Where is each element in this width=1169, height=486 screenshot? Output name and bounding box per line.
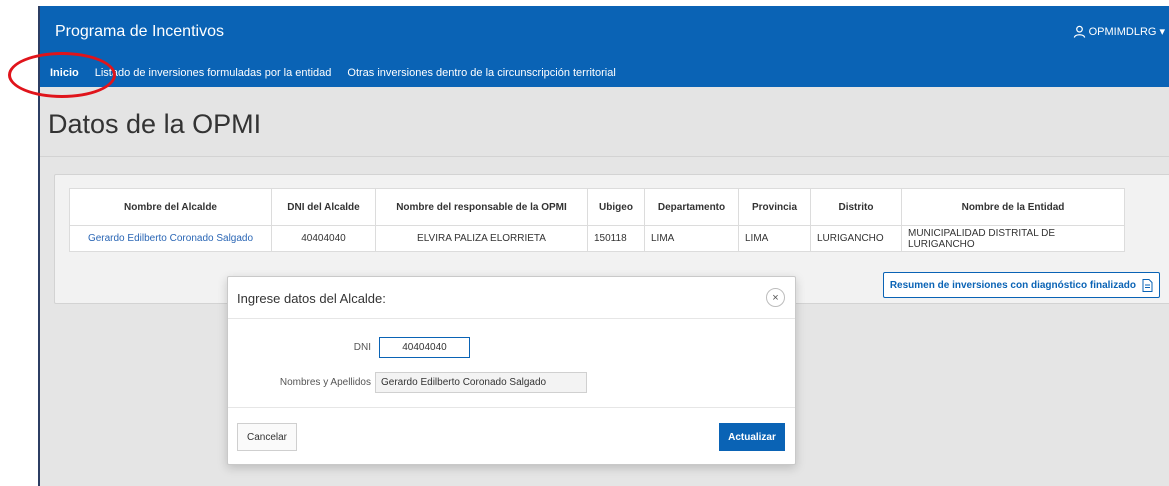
top-bar: Programa de Incentivos OPMIMDLRG ▾ Inici… xyxy=(40,6,1169,87)
dni-field[interactable] xyxy=(379,337,470,358)
summary-button-label: Resumen de inversiones con diagnóstico f… xyxy=(889,279,1136,291)
name-label: Nombres y Apellidos xyxy=(279,377,371,388)
nav-item-listado-inversiones[interactable]: Listado de inversiones formuladas por la… xyxy=(87,67,340,79)
user-menu[interactable]: OPMIMDLRG ▾ xyxy=(1073,25,1165,38)
dialog-header: Ingrese datos del Alcalde: × xyxy=(228,277,795,319)
app-window: Programa de Incentivos OPMIMDLRG ▾ Inici… xyxy=(38,6,1169,486)
table-cell: LIMA xyxy=(738,225,811,252)
column-header: DNI del Alcalde xyxy=(271,188,376,226)
name-field[interactable] xyxy=(375,372,587,393)
page-title: Datos de la OPMI xyxy=(48,109,262,139)
page-header: Datos de la OPMI xyxy=(40,87,1169,157)
column-header: Provincia xyxy=(738,188,811,226)
alcalde-name-link[interactable]: Gerardo Edilberto Coronado Salgado xyxy=(69,225,272,252)
main-nav: Inicio Listado de inversiones formuladas… xyxy=(40,58,624,87)
name-row: Nombres y Apellidos xyxy=(228,372,795,394)
cancel-button[interactable]: Cancelar xyxy=(237,423,297,451)
opmi-table: Nombre del Alcalde DNI del Alcalde Nombr… xyxy=(69,188,1125,252)
dni-label: DNI xyxy=(353,342,371,353)
dni-row: DNI xyxy=(228,337,795,359)
table-cell: ELVIRA PALIZA ELORRIETA xyxy=(375,225,588,252)
column-header: Nombre del Alcalde xyxy=(69,188,272,226)
document-icon xyxy=(1142,278,1153,292)
summary-report-button[interactable]: Resumen de inversiones con diagnóstico f… xyxy=(882,272,1160,298)
column-header: Ubigeo xyxy=(587,188,645,226)
alcalde-dialog: Ingrese datos del Alcalde: × DNI Nombres… xyxy=(227,276,796,465)
dialog-footer: Cancelar Actualizar xyxy=(228,407,795,464)
chevron-down-icon: ▾ xyxy=(1159,26,1165,38)
table-cell: LIMA xyxy=(644,225,739,252)
table-cell: MUNICIPALIDAD DISTRITAL DE LURIGANCHO xyxy=(901,225,1125,252)
nav-item-otras-inversiones[interactable]: Otras inversiones dentro de la circunscr… xyxy=(339,67,623,79)
table-cell: 150118 xyxy=(587,225,645,252)
table-header-row: Nombre del Alcalde DNI del Alcalde Nombr… xyxy=(69,188,1125,226)
column-header: Nombre de la Entidad xyxy=(901,188,1125,226)
dialog-title: Ingrese datos del Alcalde: xyxy=(237,291,386,306)
nav-item-inicio[interactable]: Inicio xyxy=(40,67,87,79)
table-cell: 40404040 xyxy=(271,225,376,252)
update-button[interactable]: Actualizar xyxy=(719,423,785,451)
column-header: Departamento xyxy=(644,188,739,226)
column-header: Nombre del responsable de la OPMI xyxy=(375,188,588,226)
user-icon xyxy=(1073,25,1085,38)
table-row: Gerardo Edilberto Coronado Salgado 40404… xyxy=(69,225,1125,252)
close-icon[interactable]: × xyxy=(766,288,785,307)
app-title[interactable]: Programa de Incentivos xyxy=(55,23,224,41)
user-name: OPMIMDLRG xyxy=(1088,25,1157,38)
table-cell: LURIGANCHO xyxy=(810,225,902,252)
column-header: Distrito xyxy=(810,188,902,226)
